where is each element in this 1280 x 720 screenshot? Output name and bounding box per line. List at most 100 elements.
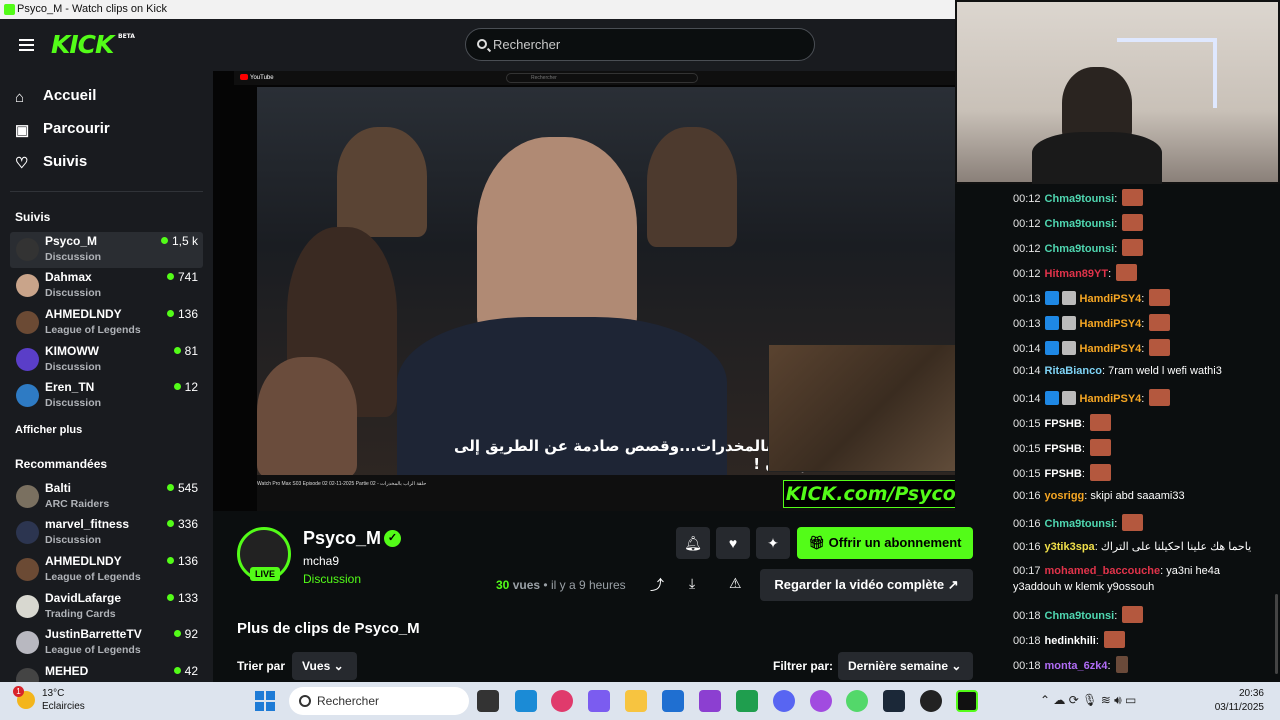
chat-user[interactable]: Chma9tounsi xyxy=(1045,610,1115,622)
search-input[interactable]: Rechercher xyxy=(465,28,815,61)
chat-user[interactable]: HamdiPSY4 xyxy=(1080,293,1142,305)
chat-user[interactable]: HamdiPSY4 xyxy=(1080,393,1142,405)
avatar xyxy=(16,558,39,581)
watch-full-video-button[interactable]: Regarder la vidéo complète ↗ xyxy=(760,569,973,601)
avatar xyxy=(16,311,39,334)
channel-name: Balti xyxy=(45,481,72,495)
sidebar-channel-ahmedlndy-rec[interactable]: AHMEDLNDY League of Legends 136 xyxy=(10,552,203,588)
show-more-link[interactable]: Afficher plus xyxy=(15,424,82,436)
chat-user[interactable]: y3tik3spa xyxy=(1045,541,1095,553)
task-view-icon[interactable] xyxy=(477,690,499,712)
chat-user[interactable]: Chma9tounsi xyxy=(1045,518,1115,530)
nav-home[interactable]: ⌂ Accueil xyxy=(15,86,96,106)
battery-icon[interactable]: ▭ xyxy=(1125,693,1136,707)
nav-following[interactable]: ♡ Suivis xyxy=(15,152,87,172)
chat-user[interactable]: Hitman89YT xyxy=(1045,268,1109,280)
wifi-icon[interactable]: ≋ xyxy=(1101,693,1111,707)
sidebar-channel-kimoww[interactable]: KIMOWW Discussion 81 xyxy=(10,342,203,378)
sidebar-channel-mehed[interactable]: MEHED 42 xyxy=(10,662,203,682)
chat-user[interactable]: HamdiPSY4 xyxy=(1080,318,1142,330)
store-icon[interactable] xyxy=(662,690,684,712)
channel-name[interactable]: Psyco_M xyxy=(303,528,381,549)
channel-category: Trading Cards xyxy=(45,608,116,620)
taskbar-clock[interactable]: 20:36 03/11/2025 xyxy=(1212,687,1264,715)
sparkle-button[interactable]: ✦ xyxy=(756,527,790,559)
sidebar-channel-psyco-m[interactable]: Psyco_M Discussion 1,5 k xyxy=(10,232,203,268)
video-player[interactable]: YouTube Rechercher الراب بالمخدرات...وقص… xyxy=(213,71,955,511)
volume-icon[interactable]: 🔊︎ xyxy=(1114,693,1122,707)
emote-icon xyxy=(1089,464,1111,481)
sidebar-channel-marvel-fitness[interactable]: marvel_fitness Discussion 336 xyxy=(10,515,203,551)
chat-user[interactable]: FPSHB xyxy=(1045,468,1082,480)
chat-user[interactable]: FPSHB xyxy=(1045,443,1082,455)
copilot-icon[interactable] xyxy=(588,690,610,712)
chat-user[interactable]: hedinkhili xyxy=(1045,635,1096,647)
search-placeholder: Rechercher xyxy=(493,37,561,52)
chat-panel: 00:12 Chma9tounsi: 00:12 Chma9tounsi: 00:1… xyxy=(993,184,1280,682)
sidebar-channel-ahmedlndy[interactable]: AHMEDLNDY League of Legends 136 xyxy=(10,305,203,341)
kick-logo[interactable]: KICK BETA xyxy=(51,30,135,59)
clip-category[interactable]: Discussion xyxy=(303,572,361,586)
gift-subscription-button[interactable]: 🎁︎ Offrir un abonnement xyxy=(797,527,973,559)
file-explorer-icon[interactable] xyxy=(625,690,647,712)
report-warning-icon[interactable]: ⚠ xyxy=(729,575,742,592)
chat-user[interactable]: monta_6zk4 xyxy=(1045,660,1108,672)
opera-icon[interactable] xyxy=(551,690,573,712)
emote-icon xyxy=(1149,289,1171,306)
chat-user[interactable]: mohamed_baccouche xyxy=(1045,565,1161,577)
microphone-icon[interactable]: 🎙︎ xyxy=(1082,693,1097,707)
xbox-icon[interactable] xyxy=(736,690,758,712)
chat-user[interactable]: HamdiPSY4 xyxy=(1080,343,1142,355)
chevron-up-icon[interactable]: ⌃ xyxy=(1040,693,1050,707)
chat-scrollbar[interactable] xyxy=(1275,594,1278,674)
chat-message: 00:12 Chma9tounsi: xyxy=(1013,214,1144,231)
cloud-icon[interactable]: ☁ xyxy=(1053,693,1065,707)
nav-browse[interactable]: ▣ Parcourir xyxy=(15,119,110,139)
chat-user[interactable]: Chma9tounsi xyxy=(1045,218,1115,230)
emote-icon xyxy=(1122,514,1144,531)
chat-time: 00:12 xyxy=(1013,193,1041,205)
sidebar-channel-dahmax[interactable]: Dahmax Discussion 741 xyxy=(10,268,203,304)
channel-name: DavidLafarge xyxy=(45,591,122,605)
app-icon[interactable] xyxy=(699,690,721,712)
avatar xyxy=(16,631,39,654)
sidebar-channel-davidlafarge[interactable]: DavidLafarge Trading Cards 133 xyxy=(10,589,203,625)
youtube-logo: YouTube xyxy=(240,74,274,81)
discord-icon[interactable] xyxy=(773,690,795,712)
chat-time: 00:12 xyxy=(1013,243,1041,255)
viewer-count: 545 xyxy=(167,481,198,495)
chat-user[interactable]: yosrigg xyxy=(1045,490,1085,502)
kick-app-icon[interactable] xyxy=(956,690,978,712)
chat-user[interactable]: RitaBianco xyxy=(1045,365,1102,377)
video-subtitle: الراب بالمخدرات...وقصص صادمة عن الطريق إ… xyxy=(454,437,817,473)
system-tray[interactable]: ⌃ ☁ ⟳ 🎙︎ ≋ 🔊︎ ▭ xyxy=(1040,693,1136,708)
filter-select[interactable]: Dernière semaine ⌄ xyxy=(838,652,973,680)
chat-user[interactable]: Chma9tounsi xyxy=(1045,193,1115,205)
chat-message: 00:18 hedinkhili: xyxy=(1013,631,1125,648)
steam-icon[interactable] xyxy=(883,690,905,712)
sync-icon[interactable]: ⟳ xyxy=(1069,693,1079,707)
share-icon[interactable]: ⤴ xyxy=(650,575,664,595)
weather-icon[interactable] xyxy=(13,686,35,709)
notification-bell-button[interactable]: 🔔︎ xyxy=(676,527,710,559)
viewer-count: 92 xyxy=(174,627,198,641)
emote-icon xyxy=(1089,439,1111,456)
menu-icon[interactable] xyxy=(19,39,34,51)
sidebar-channel-balti[interactable]: Balti ARC Raiders 545 xyxy=(10,479,203,515)
sidebar-channel-justinbarrettetv[interactable]: JustinBarretteTV League of Legends 92 xyxy=(10,625,203,661)
photos-app-icon[interactable] xyxy=(515,690,537,712)
taskbar-search[interactable]: Rechercher xyxy=(289,687,469,715)
opera-gx-icon[interactable] xyxy=(810,690,832,712)
sidebar-channel-eren-tn[interactable]: Eren_TN Discussion 12 xyxy=(10,378,203,414)
bell-icon: 🔔︎ xyxy=(684,535,702,551)
weather-widget[interactable]: 13°C Eclaircies xyxy=(42,687,85,713)
chat-user[interactable]: Chma9tounsi xyxy=(1045,243,1115,255)
start-button[interactable] xyxy=(255,691,275,711)
follow-heart-button[interactable]: ♥ xyxy=(716,527,750,559)
sort-select[interactable]: Vues ⌄ xyxy=(292,652,357,680)
download-icon[interactable]: ⤓ xyxy=(689,575,695,592)
obs-icon[interactable] xyxy=(920,690,942,712)
opera-green-icon[interactable] xyxy=(846,690,868,712)
chat-user[interactable]: FPSHB xyxy=(1045,418,1082,430)
external-link-icon: ↗ xyxy=(947,577,959,592)
